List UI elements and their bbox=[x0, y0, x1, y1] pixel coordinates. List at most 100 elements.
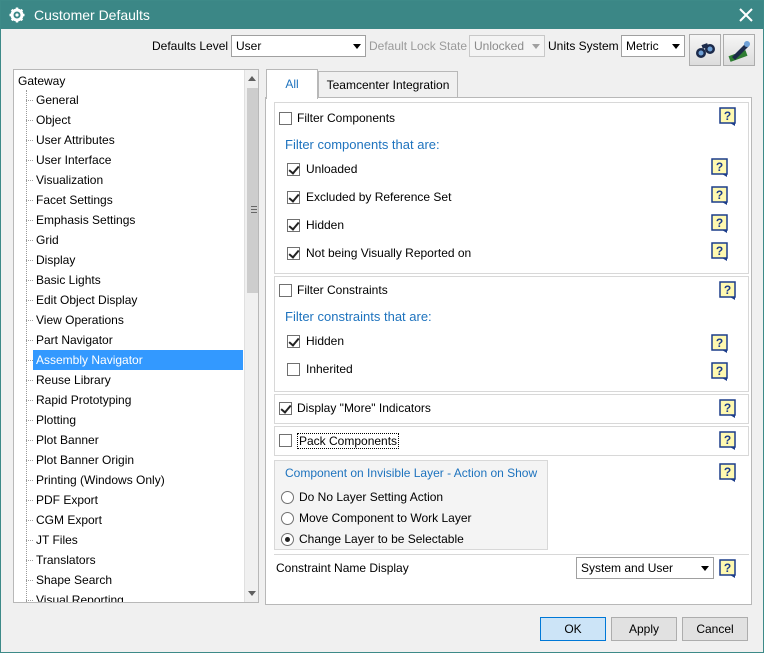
help-icon[interactable]: ? bbox=[710, 334, 730, 354]
help-icon[interactable]: ? bbox=[718, 107, 738, 127]
display-more-label: Display "More" Indicators bbox=[297, 401, 431, 415]
constraint-name-dropdown[interactable]: System and User bbox=[576, 557, 714, 579]
manage-defaults-button[interactable] bbox=[723, 34, 755, 66]
svg-text:?: ? bbox=[716, 188, 723, 202]
help-icon[interactable]: ? bbox=[710, 158, 730, 178]
tree-item-emphasis-settings[interactable]: Emphasis Settings bbox=[26, 210, 243, 230]
tree-item-general[interactable]: General bbox=[26, 90, 243, 110]
help-icon[interactable]: ? bbox=[718, 559, 738, 579]
change-layer-selectable-radio[interactable] bbox=[281, 533, 294, 546]
constraint-name-label: Constraint Name Display bbox=[276, 561, 409, 575]
customer-defaults-dialog: Customer Defaults Defaults Level User De… bbox=[0, 0, 764, 653]
help-icon[interactable]: ? bbox=[718, 281, 738, 301]
help-icon[interactable]: ? bbox=[718, 463, 738, 483]
tree-item-facet-settings[interactable]: Facet Settings bbox=[26, 190, 243, 210]
tree-item-object[interactable]: Object bbox=[26, 110, 243, 130]
svg-text:?: ? bbox=[724, 283, 731, 297]
move-to-work-layer-label: Move Component to Work Layer bbox=[299, 511, 472, 525]
tree-item-visual-reporting[interactable]: Visual Reporting bbox=[26, 590, 243, 602]
scroll-down-icon[interactable] bbox=[248, 591, 256, 596]
tree-item-visualization[interactable]: Visualization bbox=[26, 170, 243, 190]
tree-item-jt-files[interactable]: JT Files bbox=[26, 530, 243, 550]
lock-state-value: Unlocked bbox=[474, 39, 525, 53]
hidden-constraints-checkbox[interactable] bbox=[287, 335, 300, 348]
tree-item-printing-windows-only[interactable]: Printing (Windows Only) bbox=[26, 470, 243, 490]
units-system-dropdown[interactable]: Metric bbox=[621, 35, 685, 57]
help-icon[interactable]: ? bbox=[718, 431, 738, 451]
defaults-level-dropdown[interactable]: User bbox=[231, 35, 366, 57]
grip-icon bbox=[251, 206, 257, 213]
filter-components-label: Filter Components bbox=[297, 111, 396, 125]
hidden-components-label: Hidden bbox=[306, 218, 345, 232]
cancel-button[interactable]: Cancel bbox=[682, 617, 748, 641]
tree-item-user-interface[interactable]: User Interface bbox=[26, 150, 243, 170]
filter-constraints-checkbox[interactable] bbox=[279, 284, 292, 297]
binoculars-icon bbox=[696, 43, 715, 58]
help-icon[interactable]: ? bbox=[710, 214, 730, 234]
hidden-constraints-label: Hidden bbox=[306, 334, 345, 348]
tree-item-shape-search[interactable]: Shape Search bbox=[26, 570, 243, 590]
help-icon[interactable]: ? bbox=[710, 362, 730, 382]
tab-teamcenter-integration[interactable]: Teamcenter Integration bbox=[318, 71, 458, 97]
excluded-by-reference-set-checkbox[interactable] bbox=[287, 191, 300, 204]
tree-item-edit-object-display[interactable]: Edit Object Display bbox=[26, 290, 243, 310]
help-icon[interactable]: ? bbox=[710, 242, 730, 262]
tree-item-rapid-prototyping[interactable]: Rapid Prototyping bbox=[26, 390, 243, 410]
tree-item-grid[interactable]: Grid bbox=[26, 230, 243, 250]
move-to-work-layer-radio[interactable] bbox=[281, 512, 294, 525]
hidden-components-checkbox[interactable] bbox=[287, 219, 300, 232]
tree-item-plot-banner-origin[interactable]: Plot Banner Origin bbox=[26, 450, 243, 470]
display-more-checkbox[interactable] bbox=[279, 402, 292, 415]
apply-button[interactable]: Apply bbox=[611, 617, 677, 641]
invisible-layer-box: Component on Invisible Layer - Action on… bbox=[274, 460, 548, 550]
close-icon[interactable] bbox=[735, 4, 757, 26]
scroll-thumb[interactable] bbox=[247, 88, 258, 293]
help-icon[interactable]: ? bbox=[718, 399, 738, 419]
tab-all[interactable]: All bbox=[266, 69, 318, 99]
lock-state-dropdown[interactable]: Unlocked bbox=[469, 35, 545, 57]
tree-item-pdf-export[interactable]: PDF Export bbox=[26, 490, 243, 510]
inherited-constraints-checkbox[interactable] bbox=[287, 363, 300, 376]
pack-components-checkbox[interactable] bbox=[279, 434, 292, 447]
no-layer-action-label: Do No Layer Setting Action bbox=[299, 490, 444, 504]
invisible-layer-group: Component on Invisible Layer - Action on… bbox=[274, 458, 749, 550]
scroll-up-icon[interactable] bbox=[248, 76, 256, 81]
svg-text:?: ? bbox=[716, 364, 723, 378]
tree-connector bbox=[26, 90, 27, 602]
unloaded-checkbox[interactable] bbox=[287, 163, 300, 176]
tree-item-user-attributes[interactable]: User Attributes bbox=[26, 130, 243, 150]
tree-item-translators[interactable]: Translators bbox=[26, 550, 243, 570]
tree-item-display[interactable]: Display bbox=[26, 250, 243, 270]
ok-button[interactable]: OK bbox=[540, 617, 606, 641]
not-visually-reported-label: Not being Visually Reported on bbox=[306, 246, 472, 260]
find-defaults-button[interactable] bbox=[689, 34, 721, 66]
tree-item-basic-lights[interactable]: Basic Lights bbox=[26, 270, 243, 290]
tree-item-plotting[interactable]: Plotting bbox=[26, 410, 243, 430]
title-bar: Customer Defaults bbox=[1, 1, 763, 29]
tree-root-gateway[interactable]: Gateway bbox=[18, 74, 65, 88]
tree-item-reuse-library[interactable]: Reuse Library bbox=[26, 370, 243, 390]
tree-item-view-operations[interactable]: View Operations bbox=[26, 310, 243, 330]
filter-components-checkbox[interactable] bbox=[279, 112, 292, 125]
units-system-label: Units System bbox=[548, 39, 619, 53]
svg-text:?: ? bbox=[716, 336, 723, 350]
tree-item-plot-banner[interactable]: Plot Banner bbox=[26, 430, 243, 450]
excluded-by-reference-set-label: Excluded by Reference Set bbox=[306, 190, 452, 204]
gear-icon bbox=[9, 7, 25, 23]
no-layer-action-radio[interactable] bbox=[281, 491, 294, 504]
not-visually-reported-checkbox[interactable] bbox=[287, 247, 300, 260]
tree-scrollbar[interactable] bbox=[244, 70, 258, 602]
tree-item-cgm-export[interactable]: CGM Export bbox=[26, 510, 243, 530]
inherited-constraints-label: Inherited bbox=[306, 362, 353, 376]
window-title: Customer Defaults bbox=[34, 7, 150, 23]
defaults-level-value: User bbox=[236, 39, 262, 53]
help-icon[interactable]: ? bbox=[710, 186, 730, 206]
category-tree[interactable]: Gateway General Object User Attributes User… bbox=[13, 69, 259, 603]
chevron-down-icon bbox=[353, 44, 361, 49]
display-more-group: Display "More" Indicators bbox=[274, 394, 749, 424]
tool-icon bbox=[728, 41, 750, 62]
pack-components-group: Pack Components bbox=[274, 426, 749, 456]
tree-item-assembly-navigator[interactable]: Assembly Navigator bbox=[26, 350, 243, 370]
tree-item-part-navigator[interactable]: Part Navigator bbox=[26, 330, 243, 350]
settings-panel: Filter Components Filter components that… bbox=[265, 97, 752, 605]
